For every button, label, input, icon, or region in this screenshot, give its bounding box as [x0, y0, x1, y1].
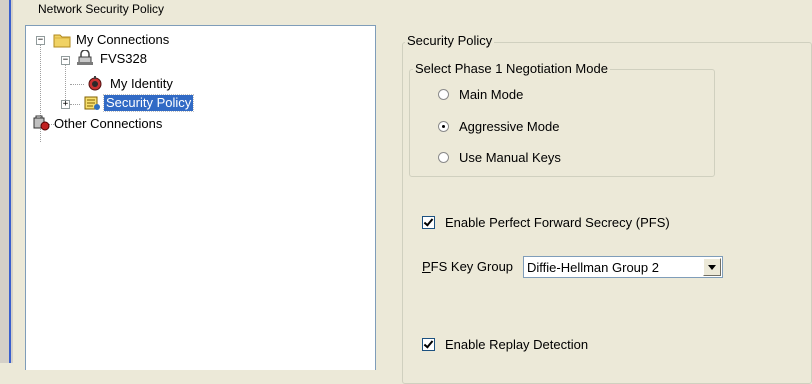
security-policy-title: Security Policy	[405, 33, 495, 48]
tree-line	[70, 84, 84, 85]
radio-button[interactable]	[438, 151, 449, 163]
tree-item-label: Other Connections	[54, 116, 163, 131]
secure-connection-icon	[77, 50, 93, 65]
main-mode-label: Main Mode	[459, 86, 524, 102]
window-left-edge	[0, 0, 13, 363]
chevron-down-icon	[708, 264, 716, 270]
other-connections-icon	[33, 115, 50, 131]
aggressive-mode-label: Aggressive Mode	[459, 118, 560, 134]
dropdown-button[interactable]	[703, 258, 721, 276]
pfs-checkbox-row[interactable]: Enable Perfect Forward Secrecy (PFS)	[422, 213, 670, 231]
tree-item-security-policy[interactable]: Security Policy	[102, 94, 195, 112]
tree-item-label: Security Policy	[102, 94, 195, 112]
window-title: Network Security Policy	[38, 2, 165, 16]
pfs-label: Enable Perfect Forward Secrecy (PFS)	[445, 214, 670, 230]
pfs-key-group-select[interactable]: Diffie-Hellman Group 2	[523, 256, 723, 278]
tree-item-my-identity[interactable]: My Identity	[108, 75, 175, 93]
identity-icon	[88, 76, 102, 91]
pfs-key-group-value: Diffie-Hellman Group 2	[527, 259, 659, 275]
pfs-key-group-mnemonic: P	[422, 259, 431, 274]
aggressive-mode-radio[interactable]: Aggressive Mode	[438, 117, 559, 135]
pfs-key-group-label: PFS Key Group	[422, 258, 513, 276]
manual-keys-radio[interactable]: Use Manual Keys	[438, 148, 561, 166]
main-mode-radio[interactable]: Main Mode	[438, 85, 523, 103]
radio-button[interactable]	[438, 88, 449, 100]
tree-item-label: My Identity	[110, 76, 173, 91]
manual-keys-label: Use Manual Keys	[459, 149, 561, 165]
tree-item-other-connections[interactable]: Other Connections	[52, 115, 164, 133]
security-policy-panel: Security Policy Select Phase 1 Negotiati…	[382, 25, 812, 384]
collapse-icon[interactable]: −	[36, 36, 45, 45]
phase1-title: Select Phase 1 Negotiation Mode	[413, 61, 610, 76]
expand-icon[interactable]: +	[61, 100, 70, 109]
tree-line	[70, 104, 80, 105]
replay-label: Enable Replay Detection	[445, 336, 589, 352]
collapse-icon[interactable]: −	[61, 56, 70, 65]
connection-tree[interactable]: − My Connections − FVS328 My Identity + …	[25, 25, 376, 370]
tree-item-label: My Connections	[76, 32, 170, 47]
tree-item-label: FVS328	[100, 51, 147, 66]
pfs-checkbox[interactable]	[422, 215, 435, 229]
replay-checkbox-row[interactable]: Enable Replay Detection	[422, 335, 588, 353]
tree-item-my-connections[interactable]: My Connections	[74, 31, 171, 49]
tree-line	[65, 64, 66, 104]
radio-button[interactable]	[438, 120, 449, 132]
pfs-key-group-label-text: FS Key Group	[430, 259, 514, 274]
folder-icon	[53, 34, 71, 48]
policy-icon	[84, 96, 100, 110]
tree-item-fvs328[interactable]: FVS328	[98, 50, 149, 68]
replay-checkbox[interactable]	[422, 337, 435, 351]
